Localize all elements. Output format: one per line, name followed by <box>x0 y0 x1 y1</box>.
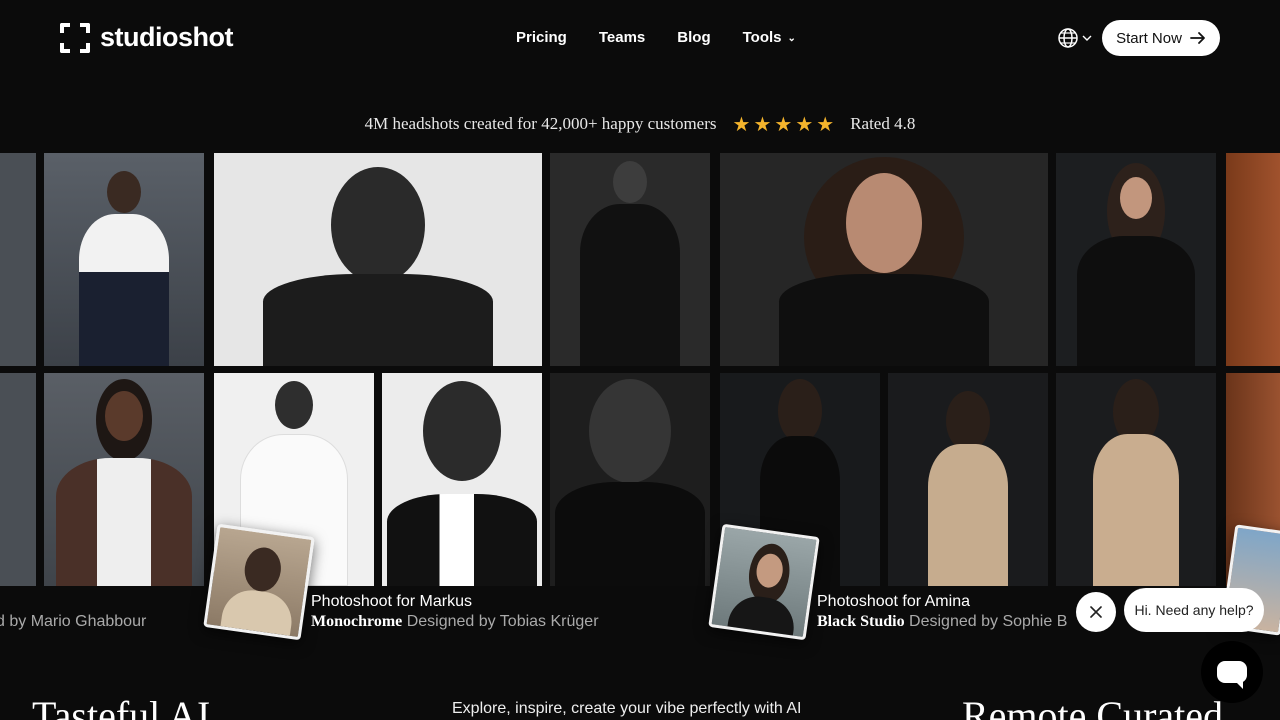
headshot-photo[interactable] <box>720 153 1048 366</box>
caption-style-name: Monochrome <box>311 613 403 630</box>
caption-designer: Designed by Sophie B <box>909 613 1068 630</box>
caption-title: Photoshoot for Markus <box>311 593 472 610</box>
brand-logo[interactable]: studioshot <box>60 22 233 53</box>
headshot-gallery <box>0 153 1280 586</box>
chevron-down-icon: ⌄ <box>787 33 796 44</box>
headshot-photo[interactable] <box>44 373 204 586</box>
caption-designer: Designed by Tobias Krüger <box>406 613 599 630</box>
start-now-label: Start Now <box>1116 29 1182 47</box>
headshot-photo[interactable] <box>0 373 36 586</box>
section-heading-left: Tasteful AI <box>32 693 211 720</box>
globe-icon <box>1058 28 1078 48</box>
headshot-photo[interactable] <box>550 373 710 586</box>
chevron-down-icon <box>1082 35 1092 41</box>
close-icon <box>1090 606 1102 618</box>
caption-title: Photoshoot for Amina <box>817 593 970 610</box>
brand-name: studioshot <box>100 22 233 52</box>
nav-pricing[interactable]: Pricing <box>516 29 567 46</box>
headshot-photo[interactable] <box>550 153 710 366</box>
nav-teams[interactable]: Teams <box>599 29 645 46</box>
section-intro-text: Explore, inspire, create your vibe perfe… <box>452 700 802 717</box>
star-icon: ★ <box>795 112 814 136</box>
rating-text: Rated 4.8 <box>850 114 916 133</box>
photoshoot-caption-markus: Photoshoot for Markus Monochrome Designe… <box>311 593 599 631</box>
arrow-right-icon <box>1190 32 1205 44</box>
chat-greeting-text: Hi. Need any help? <box>1134 602 1254 618</box>
language-selector[interactable] <box>1057 27 1092 49</box>
selfie-thumbnail[interactable] <box>203 523 315 641</box>
star-icon: ★ <box>753 112 772 136</box>
photoshoot-caption-amina: Photoshoot for Amina Black Studio Design… <box>817 593 1067 631</box>
logo-frame-icon <box>60 22 90 53</box>
rating-stars: ★ ★ ★ ★ ★ <box>733 114 835 134</box>
headshot-photo[interactable] <box>1226 153 1280 366</box>
selfie-thumbnail[interactable] <box>708 523 820 641</box>
chat-bubble-icon <box>1217 661 1247 689</box>
headshot-photo[interactable] <box>214 153 542 366</box>
headshot-photo[interactable] <box>44 153 204 366</box>
section-heading-right: Remote Curated <box>962 693 1224 720</box>
nav-blog[interactable]: Blog <box>677 29 710 46</box>
star-icon: ★ <box>732 112 751 136</box>
headshot-photo[interactable] <box>1056 373 1216 586</box>
headshot-photo[interactable] <box>0 153 36 366</box>
headshot-photo[interactable] <box>382 373 542 586</box>
social-proof-bar: 4M headshots created for 42,000+ happy c… <box>0 114 1280 134</box>
star-icon: ★ <box>774 112 793 136</box>
photoshoot-caption-partial: d by Mario Ghabbour <box>0 613 147 630</box>
nav-tools-label: Tools <box>742 29 782 46</box>
nav-tools[interactable]: Tools ⌄ <box>743 29 796 46</box>
main-nav: Pricing Teams Blog Tools ⌄ <box>516 29 796 46</box>
chat-greeting-bubble[interactable]: Hi. Need any help? <box>1124 588 1264 632</box>
headshot-photo[interactable] <box>1056 153 1216 366</box>
headshot-photo[interactable] <box>888 373 1048 586</box>
caption-subtitle: Monochrome Designed by Tobias Krüger <box>311 613 599 631</box>
caption-style-name: Black Studio <box>817 613 905 630</box>
caption-subtitle: Black Studio Designed by Sophie B <box>817 613 1067 631</box>
headshot-count-text: 4M headshots created for 42,000+ happy c… <box>364 114 717 133</box>
star-icon: ★ <box>816 112 835 136</box>
start-now-button[interactable]: Start Now <box>1102 20 1220 56</box>
site-header: studioshot Pricing Teams Blog Tools ⌄ St… <box>0 0 1280 76</box>
chat-close-button[interactable] <box>1076 592 1116 632</box>
